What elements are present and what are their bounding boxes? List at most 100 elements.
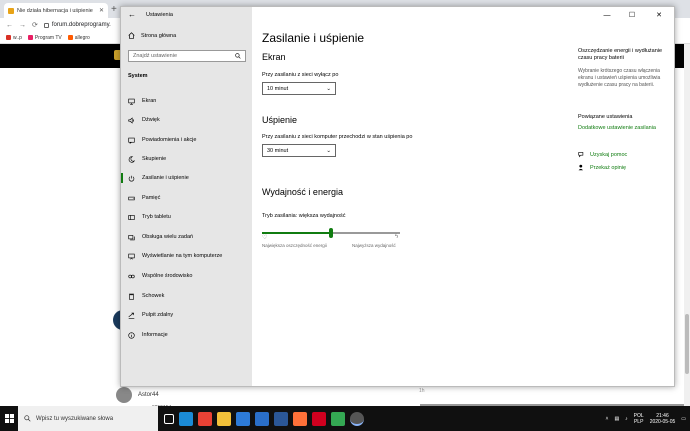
home-link[interactable]: Strona główna: [128, 32, 176, 39]
get-help-label: Uzyskaj pomoc: [590, 151, 628, 158]
sidebar-item-label: Wyświetlanie na tym komputerze: [142, 253, 223, 259]
bookmark-label: w..p: [13, 34, 22, 41]
power-mode-slider[interactable]: [262, 228, 400, 238]
sidebar-item-power-sleep[interactable]: Zasilanie i uśpienie: [121, 171, 252, 185]
active-indicator: [121, 173, 123, 183]
back-icon[interactable]: ←: [6, 22, 13, 29]
sidebar-item-projecting[interactable]: Wyświetlanie na tym komputerze: [121, 249, 252, 263]
browser-tab[interactable]: Nie działa hibernacja i uśpienie ✕: [4, 3, 108, 18]
post-author[interactable]: Astor44: [138, 392, 159, 398]
tab-close-icon[interactable]: ✕: [99, 7, 104, 14]
slider-thumb[interactable]: [329, 228, 333, 238]
back-arrow-icon[interactable]: ←: [128, 10, 136, 19]
search-icon: [235, 53, 241, 59]
sleep-timeout-dropdown[interactable]: 30 minut ⌄: [262, 144, 336, 157]
bookmark-item[interactable]: Program TV: [27, 35, 62, 41]
battery-saver-icon: ♡: [262, 235, 268, 241]
tip-body: Wybranie krótszego czasu włączenia ekran…: [578, 68, 661, 88]
sidebar-item-notifications[interactable]: Powiadomienia i akcje: [121, 133, 252, 147]
settings-window: ← Ustawienia — ☐ ✕ Strona główna Znajdź …: [120, 6, 675, 387]
sidebar-item-tablet[interactable]: Tryb tabletu: [121, 210, 252, 224]
page-title: Zasilanie i uśpienie: [262, 31, 365, 45]
chrome-2-icon[interactable]: [331, 411, 345, 426]
scrollbar-thumb[interactable]: [685, 314, 689, 374]
word-icon[interactable]: [274, 411, 288, 426]
dropdown-value: 30 minut: [267, 147, 289, 154]
post-header: Astor44: [116, 387, 159, 403]
bookmark-icon: [67, 35, 73, 40]
volume-icon[interactable]: ♪: [625, 416, 628, 422]
close-button[interactable]: ✕: [648, 9, 670, 21]
search-input[interactable]: Znajdź ustawienie: [128, 50, 246, 62]
title-bar: ← Ustawienia — ☐ ✕: [121, 7, 674, 23]
settings-icon[interactable]: [350, 411, 364, 426]
opera-icon[interactable]: [312, 411, 326, 426]
mail-icon[interactable]: [255, 411, 269, 426]
sidebar-item-about[interactable]: Informacje: [121, 328, 252, 342]
bookmark-icon: [27, 35, 33, 40]
sidebar-item-multitasking[interactable]: Obsługa wielu zadań: [121, 230, 252, 244]
sidebar-item-label: Ekran: [142, 98, 157, 104]
sidebar-item-label: Tryb tabletu: [142, 214, 171, 220]
performance-icon: ϟ: [395, 234, 399, 240]
section-heading-sleep: Uśpienie: [262, 115, 298, 125]
get-help-link[interactable]: Uzyskaj pomoc: [578, 151, 627, 158]
sidebar-item-label: Powiadomienia i akcje: [142, 137, 197, 143]
avatar[interactable]: [116, 387, 132, 403]
sidebar-item-clipboard[interactable]: Schowek: [121, 289, 252, 303]
tip-heading: Oszczędzanie energii i wydłużanie czasu …: [578, 48, 663, 61]
feedback-link[interactable]: Przekaż opinię: [578, 164, 626, 171]
clock[interactable]: 21:46 2020-05-05: [650, 413, 676, 425]
maximize-button[interactable]: ☐: [621, 9, 643, 21]
speaker-icon: [128, 116, 134, 124]
slider-fill: [262, 232, 329, 234]
dropdown-value: 10 minut: [267, 85, 289, 92]
section-heading: System: [128, 73, 148, 79]
notifications-icon[interactable]: ▭: [681, 416, 686, 422]
section-heading-performance: Wydajność i energia: [262, 187, 343, 197]
related-settings-heading: Powiązane ustawienia: [578, 114, 633, 120]
screen-timeout-dropdown[interactable]: 10 minut ⌄: [262, 82, 336, 95]
chevron-up-icon[interactable]: ˄: [606, 416, 609, 422]
bookmark-item[interactable]: allegro: [67, 35, 90, 41]
firefox-icon[interactable]: [293, 411, 307, 426]
power-icon: [128, 175, 135, 182]
home-icon: [128, 32, 135, 39]
task-view-icon[interactable]: [164, 413, 174, 424]
focus-moon-icon: [128, 155, 135, 163]
explorer-icon[interactable]: [217, 411, 231, 426]
url-text: forum.dobreprogramy.: [51, 22, 111, 28]
system-tray: ˄ ▤ ♪ POL PLP 21:46 2020-05-05 ▭: [606, 406, 686, 431]
forward-icon[interactable]: →: [19, 22, 26, 29]
sidebar-item-focus[interactable]: Skupienie: [121, 152, 252, 166]
taskbar: Wpisz tu wyszukiwane słowa ˄ ▤ ♪ POL PLP…: [0, 406, 690, 431]
reload-icon[interactable]: ⟳: [32, 21, 38, 29]
window-title: Ustawienia: [146, 12, 173, 18]
address-bar[interactable]: forum.dobreprogramy.: [43, 22, 111, 28]
minimize-button[interactable]: —: [596, 9, 618, 21]
sidebar-item-remote-desktop[interactable]: Pulpit zdalny: [121, 308, 252, 322]
taskbar-search-placeholder: Wpisz tu wyszukiwane słowa: [36, 415, 114, 422]
sidebar-item-shared-experiences[interactable]: Wspólne środowisko: [121, 269, 252, 283]
sidebar-item-storage[interactable]: Pamięć: [121, 191, 252, 205]
edge-icon[interactable]: [179, 411, 193, 426]
bookmark-icon: [6, 35, 11, 40]
sidebar-item-sound[interactable]: Dźwięk: [121, 113, 252, 127]
chrome-icon[interactable]: [198, 411, 212, 426]
favicon-icon: [8, 7, 14, 14]
additional-power-settings-link[interactable]: Dodatkowe ustawienie zasilania: [578, 125, 656, 131]
new-tab-icon[interactable]: +: [111, 4, 117, 15]
chat-help-icon: [578, 152, 584, 158]
bookmark-item[interactable]: w..p: [6, 35, 22, 41]
remote-desktop-icon: [128, 312, 135, 319]
taskbar-search[interactable]: Wpisz tu wyszukiwane słowa: [18, 406, 158, 431]
network-icon[interactable]: ▤: [614, 416, 619, 422]
power-mode-label: Tryb zasilania: większa wydajność: [262, 213, 346, 219]
start-button[interactable]: [0, 406, 18, 431]
language-indicator[interactable]: POL PLP: [634, 413, 644, 425]
page-scrollbar[interactable]: [684, 44, 690, 406]
store-icon[interactable]: [236, 411, 250, 426]
sidebar-item-display[interactable]: Ekran: [121, 94, 252, 108]
notifications-icon: [128, 137, 135, 144]
clipboard-icon: [129, 293, 134, 300]
